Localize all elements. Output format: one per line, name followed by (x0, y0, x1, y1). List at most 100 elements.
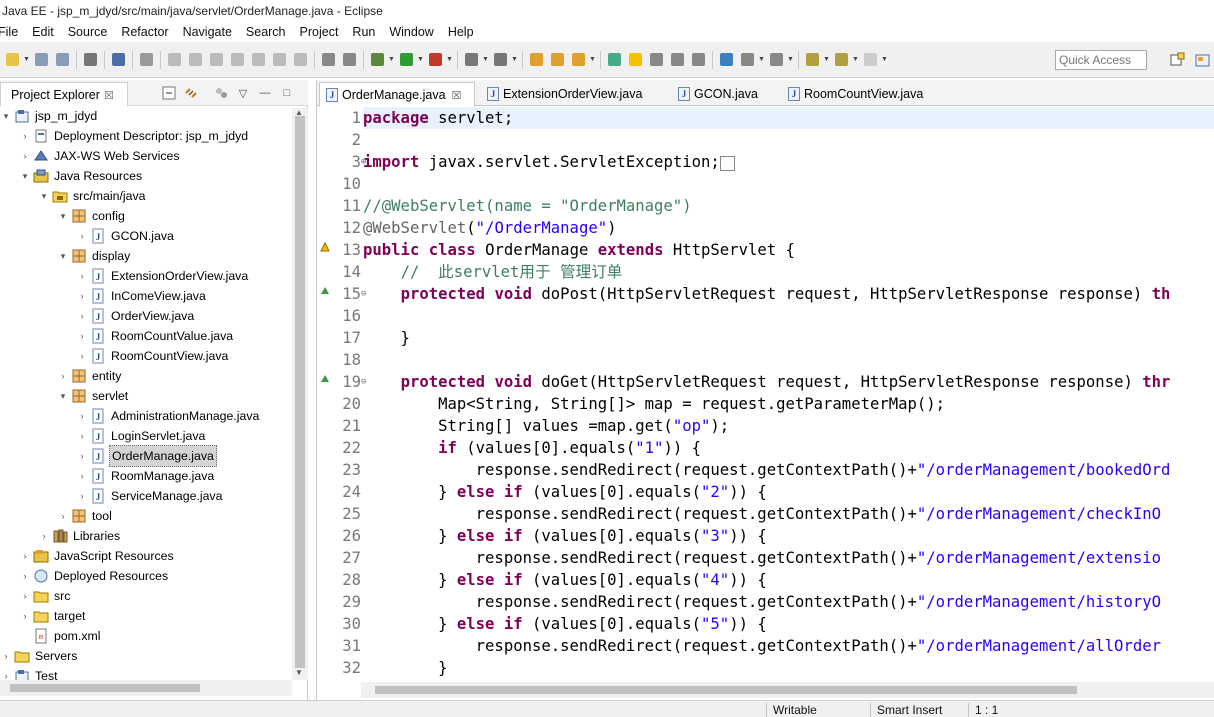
scrollbar-thumb[interactable] (295, 116, 305, 668)
last-edit-location-icon[interactable] (804, 51, 821, 68)
dropdown-arrow-icon[interactable]: ▼ (589, 56, 596, 63)
tree-item[interactable]: › JavaScript Resources (19, 546, 176, 566)
use-step-filters-icon[interactable] (341, 51, 358, 68)
code-line[interactable]: import javax.servlet.ServletException; (363, 151, 736, 173)
previous-annotation-icon[interactable] (768, 51, 785, 68)
collapse-all-icon[interactable] (161, 85, 177, 101)
print-icon[interactable] (82, 51, 99, 68)
tree-item[interactable]: › tool (57, 506, 114, 526)
code-line[interactable]: if (values[0].equals("1")) { (363, 437, 701, 459)
tree-item[interactable]: › src (19, 586, 72, 606)
tree-item[interactable]: › JAX-WS Web Services (19, 146, 182, 166)
collapsed-arrow-icon[interactable]: › (76, 286, 88, 306)
dropdown-arrow-icon[interactable]: ▼ (23, 56, 30, 63)
step-return-icon[interactable] (292, 51, 309, 68)
code-line[interactable]: response.sendRedirect(request.getContext… (363, 547, 1161, 569)
step-into-icon[interactable] (250, 51, 267, 68)
collapsed-arrow-icon[interactable]: › (76, 466, 88, 486)
tree-item[interactable]: › target (19, 606, 87, 626)
code-line[interactable]: Map<String, String[]> map = request.getP… (363, 393, 945, 415)
collapsed-arrow-icon[interactable]: › (76, 486, 88, 506)
collapsed-arrow-icon[interactable]: › (19, 586, 31, 606)
dropdown-arrow-icon[interactable]: ▼ (511, 56, 518, 63)
tree-item[interactable]: › Deployed Resources (19, 566, 170, 586)
tree-item[interactable]: ▾ config (57, 206, 127, 226)
editor-horizontal-scrollbar[interactable] (361, 682, 1214, 698)
dropdown-arrow-icon[interactable]: ▼ (446, 56, 453, 63)
web-browser-icon[interactable] (718, 51, 735, 68)
terminate-icon[interactable] (208, 51, 225, 68)
code-line[interactable]: @WebServlet("/OrderManage") (363, 217, 617, 239)
highlight-icon[interactable] (627, 51, 644, 68)
code-line[interactable]: response.sendRedirect(request.getContext… (363, 503, 1161, 525)
forward-icon[interactable] (862, 51, 879, 68)
new-icon[interactable] (4, 51, 21, 68)
scroll-down-arrow-icon[interactable]: ▼ (295, 668, 303, 677)
editor-tab[interactable]: J OrderManage.java ☒ (319, 82, 475, 107)
tree-item[interactable]: ▾ Java Resources (19, 166, 144, 186)
menu-navigate[interactable]: Navigate (176, 22, 239, 42)
collapsed-arrow-icon[interactable]: › (19, 606, 31, 626)
code-line[interactable]: } else if (values[0].equals("3")) { (363, 525, 767, 547)
link-with-editor-icon[interactable] (183, 85, 199, 101)
menu-search[interactable]: Search (239, 22, 293, 42)
code-area[interactable]: 1 2 3 ⊕ 10 11 12 13 14 15 ⊖ 16 17 18 19 ⊖ 20 21 22 23 24 25 26… (317, 107, 1214, 682)
collapsed-arrow-icon[interactable]: › (76, 306, 88, 326)
tree-item[interactable]: m pom.xml (19, 626, 102, 646)
collapsed-arrow-icon[interactable]: › (76, 226, 88, 246)
project-explorer-tab[interactable]: Project Explorer ☒ (0, 82, 128, 106)
dropdown-arrow-icon[interactable]: ▼ (787, 56, 794, 63)
dropdown-arrow-icon[interactable]: ▼ (881, 56, 888, 63)
tree-item[interactable]: › J GCON.java (76, 226, 176, 246)
save-all-icon[interactable] (54, 51, 71, 68)
new-server-icon[interactable] (463, 51, 480, 68)
menu-refactor[interactable]: Refactor (114, 22, 175, 42)
show-whitespace-icon[interactable] (669, 51, 686, 68)
open-type-icon[interactable] (528, 51, 545, 68)
dropdown-arrow-icon[interactable]: ▼ (852, 56, 859, 63)
tree-item[interactable]: › Servers (0, 646, 79, 666)
debug-icon[interactable] (369, 51, 386, 68)
expanded-arrow-icon[interactable]: ▾ (19, 166, 31, 186)
code-line[interactable]: } else if (values[0].equals("2")) { (363, 481, 767, 503)
project-tree-horizontal-scrollbar[interactable] (0, 680, 292, 696)
editor-tab[interactable]: J RoomCountView.java (782, 82, 930, 106)
tree-item[interactable]: › Test (0, 666, 60, 680)
open-task-icon[interactable] (549, 51, 566, 68)
step-over-icon[interactable] (271, 51, 288, 68)
menu-help[interactable]: Help (441, 22, 481, 42)
code-line[interactable]: String[] values =map.get("op"); (363, 415, 729, 437)
tree-item[interactable]: › J InComeView.java (76, 286, 208, 306)
new-java-class-icon[interactable] (492, 51, 509, 68)
tree-item[interactable]: ▾ src/main/java (38, 186, 147, 206)
tree-item[interactable]: › J ExtensionOrderView.java (76, 266, 250, 286)
dropdown-arrow-icon[interactable]: ▼ (482, 56, 489, 63)
code-line[interactable]: response.sendRedirect(request.getContext… (363, 459, 1171, 481)
skip-breakpoints-icon[interactable] (138, 51, 155, 68)
toggle-mark-occurrences-icon[interactable] (606, 51, 623, 68)
collapsed-arrow-icon[interactable]: › (57, 506, 69, 526)
collapsed-arrow-icon[interactable]: › (19, 146, 31, 166)
resume-icon[interactable] (166, 51, 183, 68)
scrollbar-thumb[interactable] (10, 684, 200, 692)
expanded-arrow-icon[interactable]: ▾ (57, 386, 69, 406)
disconnect-icon[interactable] (229, 51, 246, 68)
dropdown-arrow-icon[interactable]: ▼ (758, 56, 765, 63)
editor-tab[interactable]: J GCON.java (672, 82, 758, 106)
show-paragraph-icon[interactable] (690, 51, 707, 68)
dropdown-arrow-icon[interactable]: ▼ (388, 56, 395, 63)
save-icon[interactable] (33, 51, 50, 68)
code-line[interactable]: public class OrderManage extends HttpSer… (363, 239, 795, 261)
menu-file[interactable]: File (0, 22, 25, 42)
tree-item[interactable]: › J RoomCountView.java (76, 346, 230, 366)
collapsed-arrow-icon[interactable]: › (76, 406, 88, 426)
tree-item[interactable]: ▾ display (57, 246, 132, 266)
code-line[interactable]: protected void doGet(HttpServletRequest … (363, 371, 1171, 393)
menu-source[interactable]: Source (61, 22, 115, 42)
code-line[interactable]: //@WebServlet(name = "OrderManage") (363, 195, 692, 217)
dropdown-arrow-icon[interactable]: ▼ (417, 56, 424, 63)
filter-icon[interactable] (213, 85, 229, 101)
close-icon[interactable]: ☒ (452, 90, 462, 102)
run-external-tools-icon[interactable] (427, 51, 444, 68)
tree-item[interactable]: ▾ jsp_m_jdyd (0, 108, 99, 126)
